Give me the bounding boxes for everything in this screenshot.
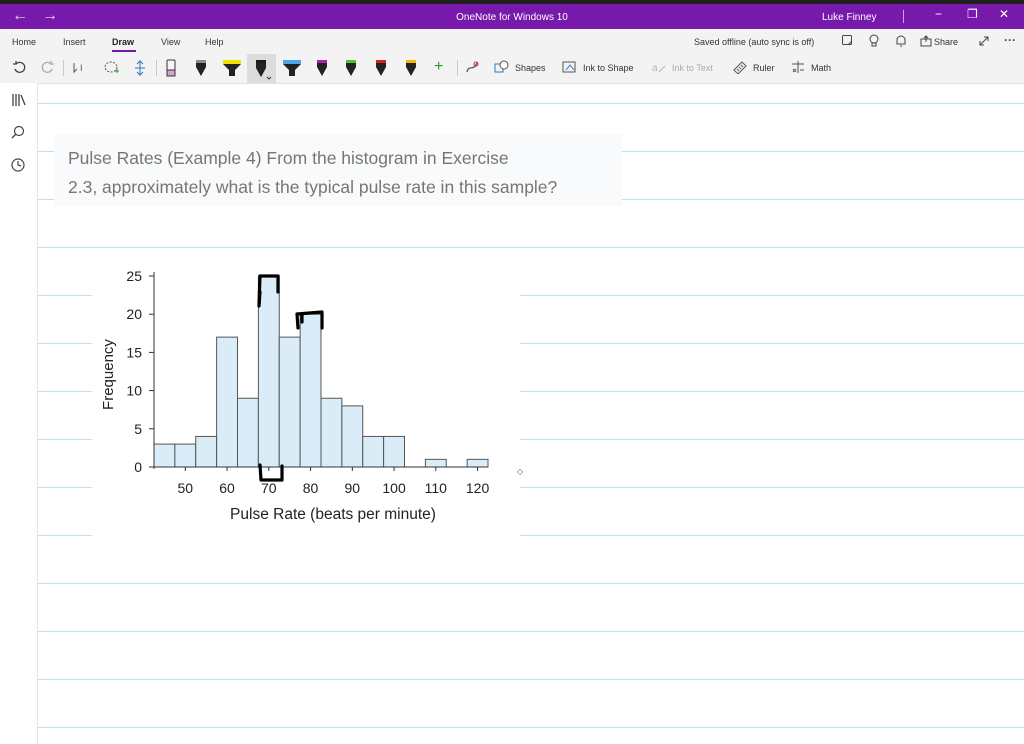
x-tick-label: 80: [303, 480, 319, 496]
user-name[interactable]: Luke Finney: [822, 12, 876, 23]
x-tick-label: 50: [178, 480, 194, 496]
histogram-bar: [237, 397, 259, 468]
pencil-icon[interactable]: [193, 58, 209, 80]
y-axis-label: Frequency: [100, 339, 117, 410]
shapes-icon[interactable]: [494, 60, 510, 77]
pen-orange-icon[interactable]: [403, 58, 419, 80]
minimize-icon[interactable]: −: [935, 7, 942, 21]
page-rule-line: [38, 103, 1024, 104]
tab-view[interactable]: View: [161, 37, 180, 47]
histogram-bar: [424, 458, 447, 468]
histogram-image[interactable]: 50 60 70 80 90 100 110 120 0 5 10 15 20 25 Pulse Rate …: [92, 262, 520, 537]
svg-text:I: I: [80, 63, 83, 73]
x-tick-label: 100: [382, 480, 406, 496]
pen-black-icon[interactable]: [253, 58, 273, 82]
tab-draw[interactable]: Draw: [112, 37, 134, 47]
recent-notes-icon[interactable]: [11, 158, 25, 175]
histogram-bar: [362, 435, 385, 468]
page-rule-line: [38, 583, 1024, 584]
x-tick-label: 70: [261, 480, 277, 496]
x-axis-label: Pulse Rate (beats per minute): [230, 506, 436, 523]
draw-toolbar: I + Shapes Ink to Shape a Ink to Text Ru…: [0, 54, 1024, 84]
active-tab-indicator: [112, 50, 136, 52]
ruler-button[interactable]: Ruler: [753, 63, 775, 73]
page-rule-line: [38, 631, 1024, 632]
undo-icon[interactable]: [12, 60, 26, 77]
y-tick-label: 5: [134, 421, 142, 437]
toolbar-separator: [457, 60, 458, 76]
restore-icon[interactable]: ❐: [967, 7, 978, 21]
navigation-sidebar: [0, 83, 38, 744]
ink-to-text-button: Ink to Text: [672, 63, 713, 73]
y-tick-label: 0: [134, 459, 142, 475]
sync-status[interactable]: Saved offline (auto sync is off): [694, 37, 814, 47]
y-tick-label: 15: [126, 344, 142, 360]
y-tick-label: 10: [126, 383, 142, 399]
search-icon[interactable]: [11, 125, 25, 142]
cursor-dot: ◇: [517, 467, 524, 476]
ink-tick-70: [257, 290, 262, 308]
histogram-bar: [320, 397, 343, 468]
histogram-bar: [257, 275, 280, 468]
histogram-bar: [153, 443, 176, 468]
notifications-icon[interactable]: [841, 34, 853, 49]
y-tick-label: 20: [126, 306, 142, 322]
highlighter-blue-icon[interactable]: [281, 58, 303, 80]
page-rule-line: [38, 727, 1024, 728]
page-rule-line: [38, 679, 1024, 680]
x-tick-label: 90: [345, 480, 361, 496]
tab-help[interactable]: Help: [205, 37, 224, 47]
y-tick-label: 25: [126, 268, 142, 284]
title-separator: [903, 10, 904, 23]
ink-replay-icon[interactable]: [465, 60, 479, 77]
title-bar: ← → OneNote for Windows 10 Luke Finney −…: [0, 4, 1024, 29]
histogram-bar: [195, 435, 218, 468]
close-icon[interactable]: ✕: [999, 7, 1009, 21]
math-button[interactable]: Math: [811, 63, 831, 73]
type-select-icon[interactable]: I: [72, 60, 90, 77]
highlighter-yellow-icon[interactable]: [221, 58, 243, 80]
toolbar-separator: [63, 60, 64, 76]
ink-to-text-icon: a: [651, 60, 667, 77]
histogram-bar: [174, 443, 197, 468]
ribbon-tabs: Home Insert Draw View Help Saved offline…: [0, 29, 1024, 54]
add-pen-icon[interactable]: +: [434, 58, 443, 76]
ink-to-shape-icon[interactable]: [562, 60, 578, 77]
add-space-icon[interactable]: [133, 60, 147, 79]
pen-magenta-icon[interactable]: [314, 58, 330, 80]
share-icon[interactable]: [920, 35, 932, 50]
eraser-icon[interactable]: [164, 58, 178, 80]
histogram-bar: [278, 336, 301, 468]
more-options-icon[interactable]: ···: [1004, 33, 1016, 47]
x-tick-label: 110: [425, 480, 448, 496]
x-tick-label: 60: [219, 480, 235, 496]
ruler-icon[interactable]: [732, 60, 748, 77]
question-line-2: 2.3, approximately what is the typical p…: [68, 177, 558, 197]
pen-red-icon[interactable]: [373, 58, 389, 80]
toolbar-separator: [156, 60, 157, 76]
histogram-bar: [299, 313, 322, 468]
lasso-select-icon[interactable]: [103, 60, 121, 79]
histogram-chart: 50 60 70 80 90 100 110 120 0 5 10 15 20 25 Pulse Rate …: [100, 268, 490, 523]
histogram-bar: [383, 435, 405, 468]
redo-icon[interactable]: [41, 60, 55, 77]
notebooks-icon[interactable]: [11, 93, 27, 110]
pen-green-icon[interactable]: [343, 58, 359, 80]
question-line-1: Pulse Rates (Example 4) From the histogr…: [68, 148, 509, 168]
expand-icon[interactable]: [978, 35, 990, 50]
histogram-bar: [466, 458, 489, 468]
bell-icon[interactable]: [895, 34, 907, 50]
histogram-bar: [216, 336, 238, 468]
tab-insert[interactable]: Insert: [63, 37, 86, 47]
math-icon[interactable]: [790, 60, 806, 77]
ink-to-shape-button[interactable]: Ink to Shape: [583, 63, 634, 73]
lightbulb-icon[interactable]: [868, 34, 880, 50]
tab-home[interactable]: Home: [12, 37, 36, 47]
x-tick-label: 120: [466, 480, 490, 496]
share-button[interactable]: Share: [934, 37, 958, 47]
shapes-button[interactable]: Shapes: [515, 63, 546, 73]
histogram-bar: [341, 405, 364, 468]
page-rule-line: [38, 247, 1024, 248]
svg-text:a: a: [652, 63, 658, 74]
